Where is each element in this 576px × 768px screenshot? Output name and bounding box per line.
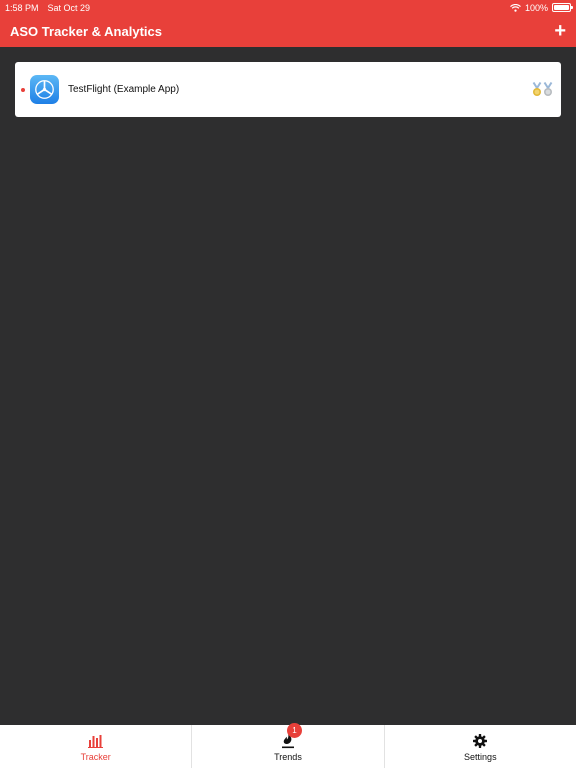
nav-bar: ASO Tracker & Analytics +: [0, 15, 576, 47]
bar-chart-icon: [87, 733, 104, 749]
trends-badge: 1: [286, 723, 302, 738]
tab-bar: Tracker 1 Trends Settings: [0, 723, 576, 768]
tab-settings-label: Settings: [464, 752, 497, 762]
gear-icon: [473, 733, 488, 749]
trends-icon: 1: [281, 723, 302, 749]
app-list-item[interactable]: TestFlight (Example App): [15, 62, 561, 117]
tab-trends[interactable]: 1 Trends: [191, 723, 383, 768]
add-app-button[interactable]: +: [554, 21, 566, 41]
tab-tracker[interactable]: Tracker: [0, 725, 191, 768]
status-time: 1:58 PM: [5, 2, 39, 13]
testflight-app-icon: [30, 75, 59, 104]
silver-medal-icon: [543, 82, 553, 96]
battery-icon: [552, 3, 573, 12]
tab-trends-label: Trends: [274, 752, 302, 762]
wifi-icon: [510, 3, 521, 12]
tab-settings[interactable]: Settings: [383, 725, 576, 768]
page-title: ASO Tracker & Analytics: [10, 23, 162, 39]
unread-dot-icon: [21, 87, 25, 92]
battery-percentage: 100%: [524, 2, 548, 13]
app-name: TestFlight (Example App): [68, 84, 180, 95]
medals: [532, 82, 553, 97]
gold-medal-icon: [532, 82, 542, 96]
tab-tracker-label: Tracker: [80, 752, 111, 762]
status-left: 1:58 PM Sat Oct 29: [5, 3, 90, 13]
status-right: 100%: [510, 2, 573, 13]
status-date: Sat Oct 29: [47, 2, 91, 13]
status-bar: 1:58 PM Sat Oct 29 100%: [0, 0, 576, 15]
